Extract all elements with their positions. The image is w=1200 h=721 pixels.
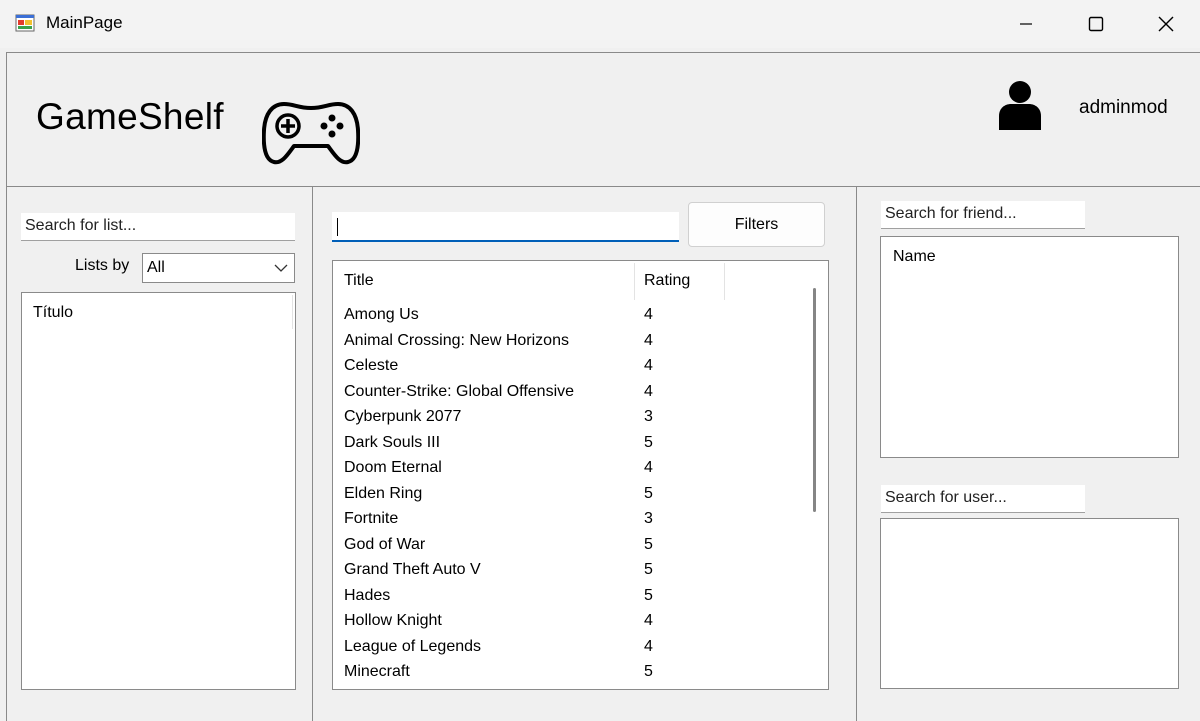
table-row[interactable]: Dark Souls III 5	[334, 430, 801, 456]
panel-divider-right	[856, 187, 857, 721]
panel-divider-left	[312, 187, 313, 721]
table-row[interactable]: Hollow Knight 4	[334, 608, 801, 634]
table-row[interactable]: League of Legends 4	[334, 634, 801, 660]
gamepad-icon	[262, 102, 360, 165]
chevron-down-icon	[274, 264, 288, 272]
app-logo-text: GameShelf	[36, 96, 224, 137]
game-rating: 4	[644, 306, 653, 323]
games-rows: Among Us 4 Animal Crossing: New Horizons 4…	[334, 302, 801, 685]
column-divider[interactable]	[724, 263, 725, 300]
game-rating: 5	[644, 586, 653, 604]
lists-by-label: Lists by	[75, 257, 130, 274]
column-divider	[292, 295, 293, 329]
games-listview[interactable]: Title Rating Among Us 4 Animal Crossing: …	[332, 260, 829, 690]
game-title: Celeste	[344, 357, 399, 374]
table-row[interactable]: Animal Crossing: New Horizons 4	[334, 328, 801, 354]
maximize-button[interactable]	[1061, 0, 1131, 48]
game-title: Minecraft	[344, 663, 410, 680]
table-row[interactable]: Elden Ring 5	[334, 481, 801, 507]
user-search-input[interactable]: Search for user...	[881, 485, 1085, 513]
game-rating: 3	[644, 510, 653, 527]
maximize-icon	[1088, 16, 1104, 32]
table-row[interactable]: Cyberpunk 2077 3	[334, 404, 801, 430]
game-title: Elden Ring	[344, 484, 423, 502]
list-search-input[interactable]: Search for list...	[21, 213, 295, 241]
game-title: Dark Souls III	[344, 433, 441, 451]
app-window-icon	[15, 14, 35, 32]
column-divider[interactable]	[634, 263, 635, 300]
table-row[interactable]: Among Us 4	[334, 302, 801, 328]
game-title: Animal Crossing: New Horizons	[344, 331, 569, 349]
game-title: Cyberpunk 2077	[344, 408, 462, 425]
scrollbar-thumb[interactable]	[813, 288, 816, 512]
friends-listview[interactable]: Name	[880, 236, 1179, 458]
minimize-icon	[1020, 23, 1032, 25]
game-title: Counter-Strike: Global Offensive	[344, 382, 575, 400]
game-rating: 5	[644, 433, 653, 451]
game-title: God of War	[344, 535, 426, 553]
table-row[interactable]: Doom Eternal 4	[334, 455, 801, 481]
game-rating: 4	[644, 331, 653, 349]
column-header-rating[interactable]: Rating	[644, 272, 690, 290]
lists-by-selected-value: All	[147, 259, 165, 276]
table-row[interactable]: Celeste 4	[334, 353, 801, 379]
game-rating: 4	[644, 459, 653, 476]
minimize-button[interactable]	[991, 0, 1061, 48]
game-rating: 4	[644, 382, 653, 400]
game-rating: 5	[644, 484, 653, 502]
username-label: adminmod	[1079, 97, 1168, 118]
game-rating: 4	[644, 637, 653, 655]
lists-column-header[interactable]: Título	[33, 304, 73, 322]
game-title: Fortnite	[344, 510, 399, 527]
game-rating: 4	[644, 357, 653, 374]
close-button[interactable]	[1131, 0, 1200, 48]
table-row[interactable]: God of War 5	[334, 532, 801, 558]
game-title: Hollow Knight	[344, 612, 442, 629]
text-caret	[337, 218, 338, 236]
table-row[interactable]: Counter-Strike: Global Offensive 4	[334, 379, 801, 405]
users-listview[interactable]	[880, 518, 1179, 689]
game-rating: 5	[644, 561, 653, 578]
friends-column-header[interactable]: Name	[893, 248, 936, 266]
game-title: League of Legends	[344, 637, 482, 655]
game-rating: 5	[644, 663, 653, 680]
filters-button[interactable]: Filters	[688, 202, 825, 247]
games-scrollbar[interactable]	[802, 261, 828, 689]
game-title: Among Us	[344, 306, 419, 323]
table-row[interactable]: Grand Theft Auto V 5	[334, 557, 801, 583]
game-title: Hades	[344, 586, 391, 604]
game-rating: 5	[644, 535, 653, 553]
lists-listview[interactable]: Título	[21, 292, 296, 690]
close-icon	[1158, 16, 1174, 32]
game-rating: 3	[644, 408, 653, 425]
user-avatar-icon[interactable]	[997, 80, 1043, 130]
table-row[interactable]: Fortnite 3	[334, 506, 801, 532]
game-title: Doom Eternal	[344, 459, 442, 476]
friend-search-input[interactable]: Search for friend...	[881, 201, 1085, 229]
game-title: Grand Theft Auto V	[344, 561, 481, 578]
game-rating: 4	[644, 612, 653, 629]
game-search-input[interactable]	[332, 212, 679, 242]
table-row[interactable]: Minecraft 5	[334, 659, 801, 685]
table-row[interactable]: Hades 5	[334, 583, 801, 609]
window-title: MainPage	[46, 13, 123, 32]
column-header-title[interactable]: Title	[344, 272, 374, 290]
lists-by-dropdown[interactable]: All	[142, 253, 295, 283]
